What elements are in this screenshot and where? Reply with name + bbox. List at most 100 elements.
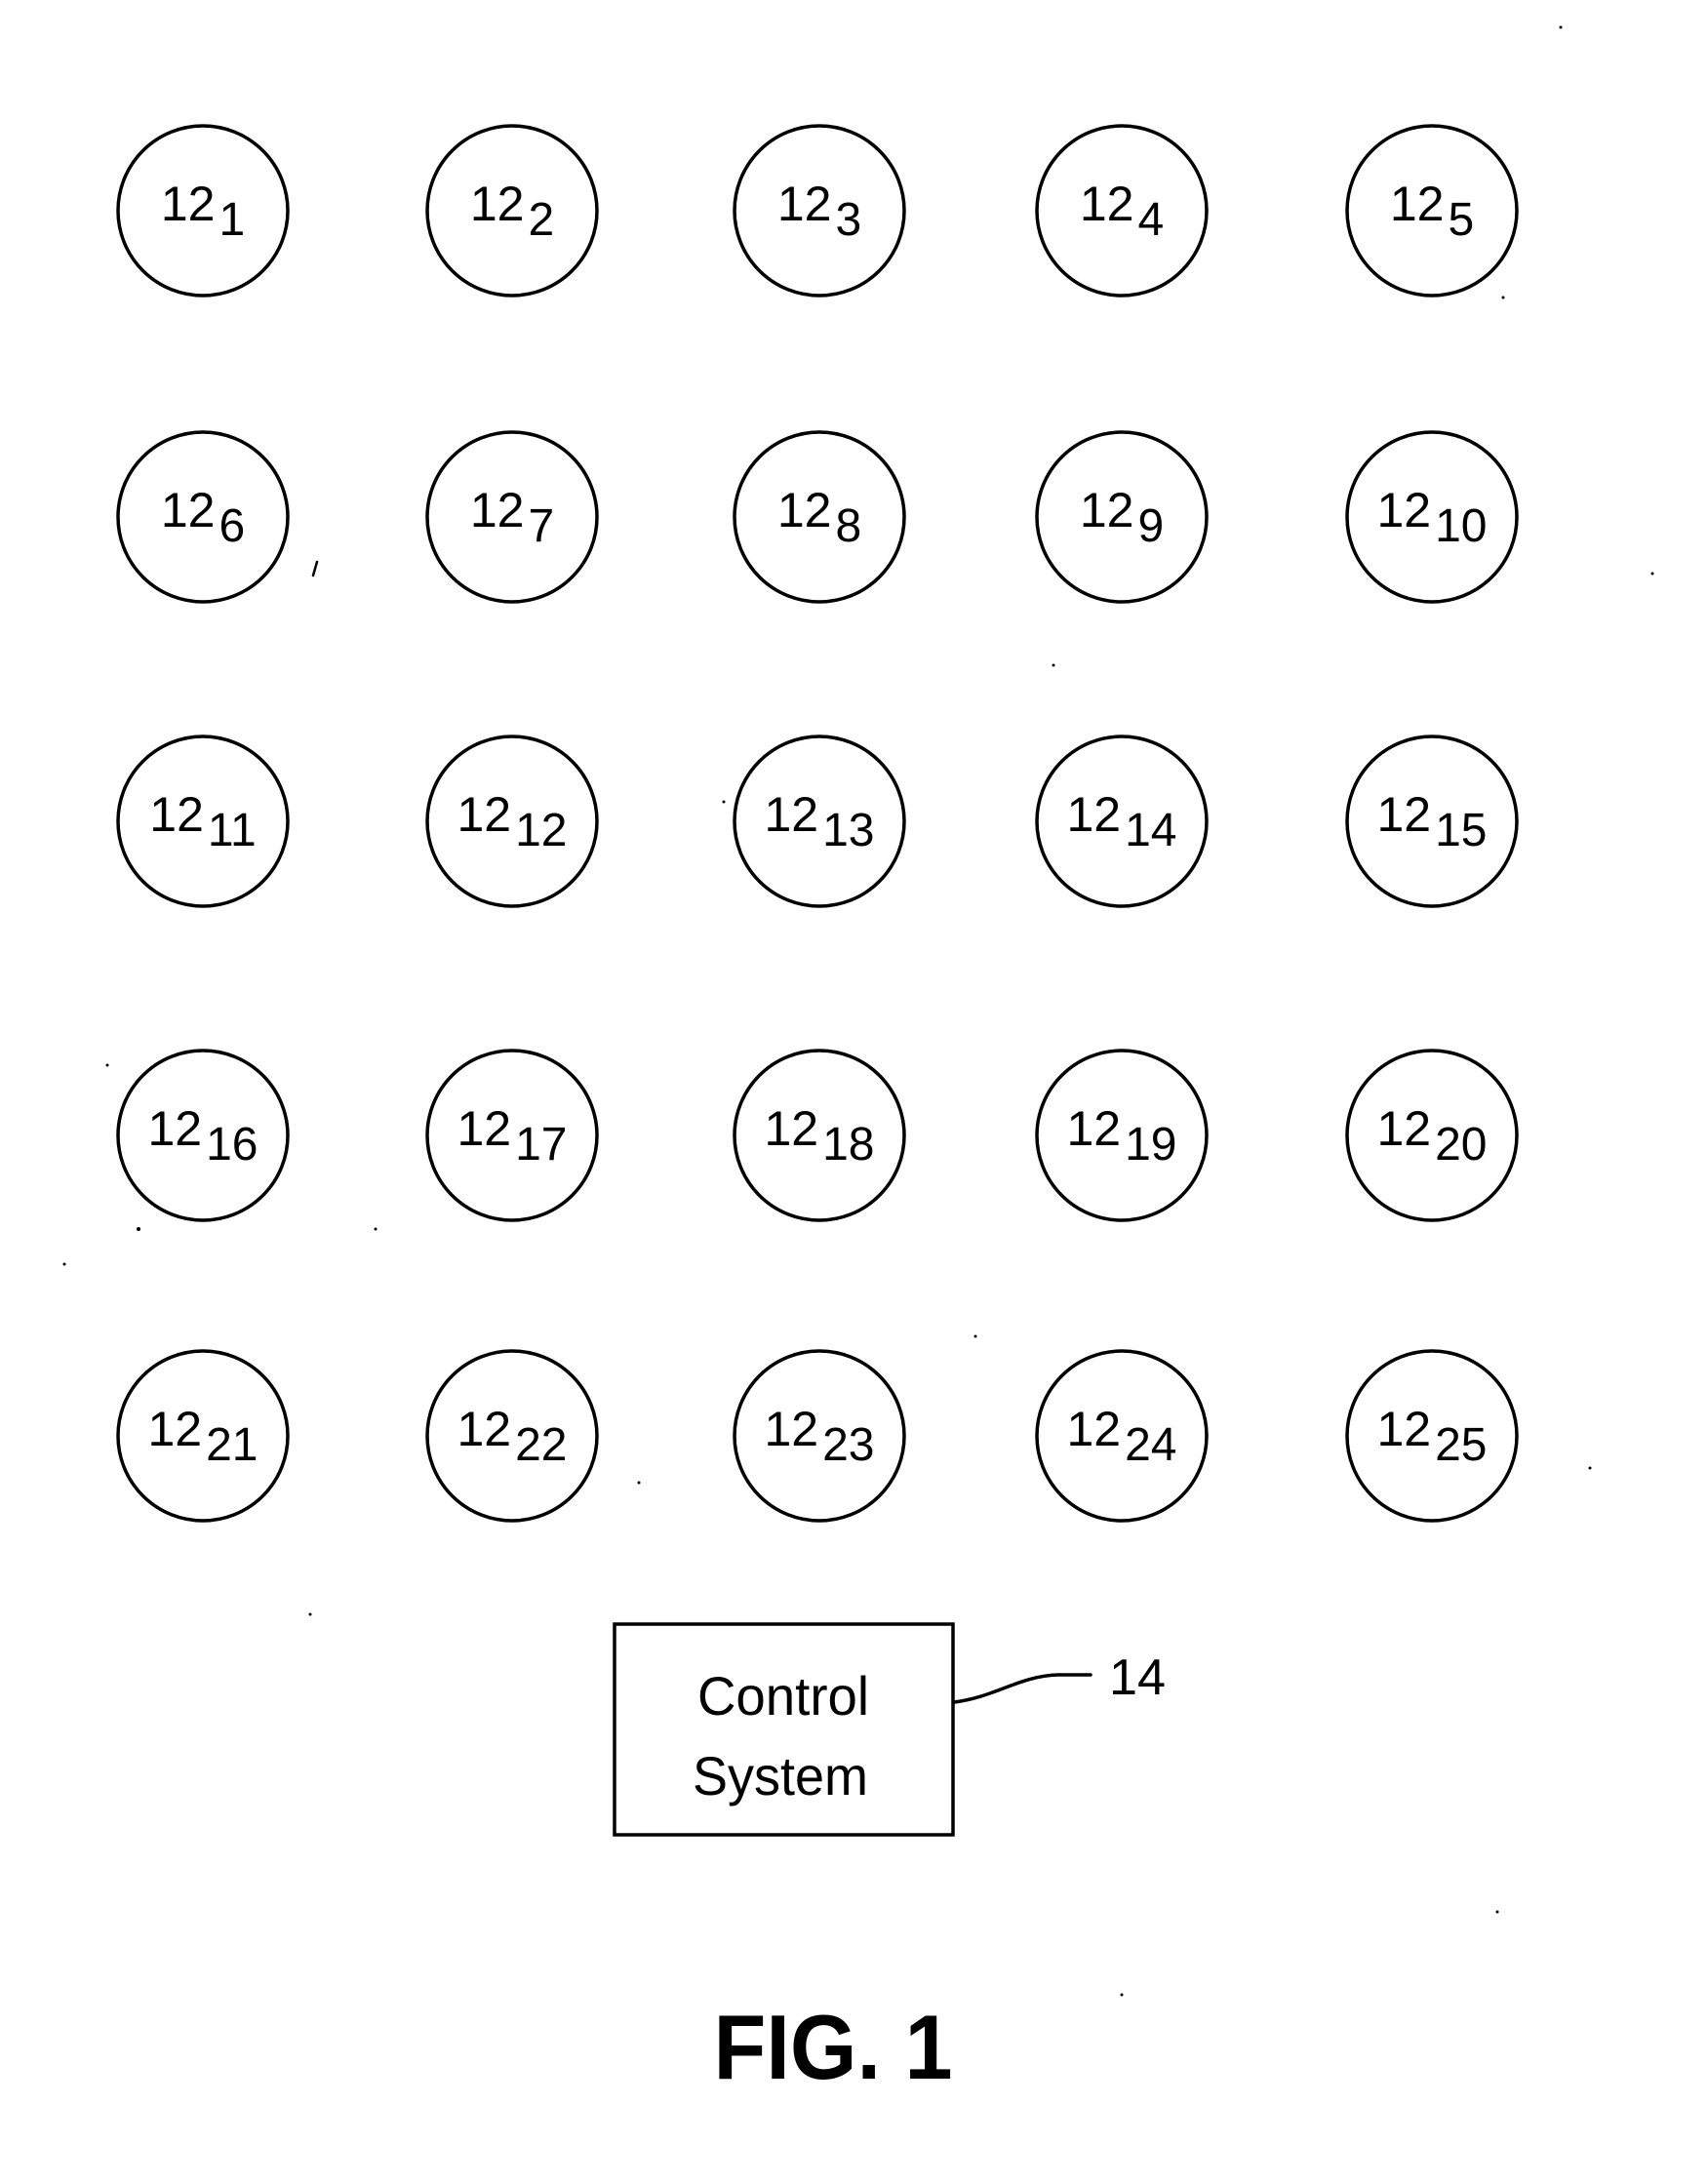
- node-label-subscript: 3: [835, 194, 861, 246]
- speck: [637, 1481, 641, 1485]
- node-12-5: 125: [1345, 124, 1519, 298]
- node-12-1: 121: [116, 124, 290, 298]
- node-grid: 121 122 123 124 125126 127 128 129 12101211 1212 1…: [116, 124, 1519, 1523]
- node-circle: [733, 735, 906, 908]
- node-circle: [425, 1349, 599, 1523]
- speck: [1052, 663, 1055, 667]
- node-12-16: 1216: [116, 1049, 290, 1222]
- node-label-base: 12: [1376, 787, 1431, 842]
- node-12-23: 1223: [733, 1349, 906, 1523]
- node-circle: [425, 1049, 599, 1222]
- node-12-24: 1224: [1035, 1349, 1209, 1523]
- node-label-subscript: 1: [218, 194, 245, 246]
- node-label-base: 12: [147, 1101, 202, 1156]
- node-label-subscript: 24: [1125, 1419, 1176, 1471]
- node-label-subscript: 20: [1435, 1119, 1487, 1171]
- node-label: 1223: [764, 1402, 874, 1471]
- node-label-base: 12: [149, 787, 204, 842]
- node-12-12: 1212: [425, 735, 599, 908]
- node-12-17: 1217: [425, 1049, 599, 1222]
- node-12-11: 1211: [116, 735, 290, 908]
- node-label: 1222: [457, 1402, 567, 1471]
- node-label: 122: [470, 177, 554, 246]
- node-label-subscript: 10: [1435, 500, 1487, 552]
- node-label-base: 12: [1080, 483, 1134, 537]
- node-12-14: 1214: [1035, 735, 1209, 908]
- node-label: 124: [1080, 177, 1164, 246]
- node-12-22: 1222: [425, 1349, 599, 1523]
- node-label: 121: [161, 177, 245, 246]
- node-label: 1219: [1066, 1101, 1176, 1171]
- node-circle: [1035, 1349, 1209, 1523]
- node-label: 127: [470, 483, 554, 552]
- control-system-label-line1: Control: [697, 1665, 869, 1727]
- node-circle: [425, 735, 599, 908]
- node-label-base: 12: [777, 177, 832, 231]
- speck: [1559, 25, 1563, 29]
- node-label-base: 12: [457, 1402, 511, 1456]
- node-label-subscript: 23: [822, 1419, 874, 1471]
- node-label: 1218: [764, 1101, 874, 1171]
- node-label-base: 12: [1066, 787, 1121, 842]
- node-label: 1214: [1066, 787, 1176, 856]
- reference-numeral-14: 14: [1109, 1649, 1166, 1706]
- node-label: 126: [161, 483, 245, 552]
- node-12-4: 124: [1035, 124, 1209, 298]
- node-label: 1211: [149, 787, 256, 856]
- node-label-base: 12: [1376, 483, 1431, 537]
- node-12-6: 126: [116, 430, 290, 604]
- node-label-base: 12: [777, 483, 832, 537]
- speck: [722, 800, 726, 804]
- node-label: 1225: [1376, 1402, 1487, 1471]
- node-label: 125: [1390, 177, 1474, 246]
- node-label: 1212: [457, 787, 567, 856]
- node-circle: [1345, 735, 1519, 908]
- speck: [374, 1227, 377, 1231]
- node-label-subscript: 14: [1125, 805, 1176, 856]
- node-label-subscript: 12: [515, 805, 567, 856]
- node-label-subscript: 7: [528, 500, 554, 552]
- node-label-base: 12: [764, 1101, 818, 1156]
- node-label-subscript: 11: [208, 805, 257, 856]
- node-12-3: 123: [733, 124, 906, 298]
- node-label-subscript: 4: [1137, 194, 1164, 246]
- node-label-base: 12: [457, 1101, 511, 1156]
- node-12-7: 127: [425, 430, 599, 604]
- control-system-block: Control System 14: [613, 1622, 1166, 1837]
- node-label: 1220: [1376, 1101, 1487, 1171]
- node-label-base: 12: [1066, 1402, 1121, 1456]
- node-label: 123: [777, 177, 861, 246]
- node-label-base: 12: [457, 787, 511, 842]
- speck: [1650, 572, 1654, 576]
- node-12-19: 1219: [1035, 1049, 1209, 1222]
- node-label-subscript: 13: [822, 805, 874, 856]
- node-12-10: 1210: [1345, 430, 1519, 604]
- node-circle: [1035, 1049, 1209, 1222]
- node-label-subscript: 6: [218, 500, 245, 552]
- node-circle: [1345, 430, 1519, 604]
- speck: [105, 1063, 109, 1067]
- node-label-subscript: 15: [1435, 805, 1487, 856]
- node-label-subscript: 19: [1125, 1119, 1176, 1171]
- node-label-base: 12: [1376, 1402, 1431, 1456]
- node-label-base: 12: [147, 1402, 202, 1456]
- node-circle: [733, 1049, 906, 1222]
- node-circle: [1345, 1049, 1519, 1222]
- node-label-subscript: 25: [1435, 1419, 1487, 1471]
- node-circle: [733, 1349, 906, 1523]
- speck: [1501, 296, 1505, 299]
- node-label-subscript: 5: [1448, 194, 1474, 246]
- node-label-subscript: 22: [515, 1419, 567, 1471]
- control-system-label-line2: System: [693, 1745, 868, 1807]
- node-circle: [1345, 1349, 1519, 1523]
- node-label-subscript: 16: [206, 1119, 258, 1171]
- patent-figure: 121 122 123 124 125126 127 128 129 12101211 1212 1…: [62, 25, 1654, 2098]
- node-label-base: 12: [470, 483, 525, 537]
- speck: [311, 560, 319, 577]
- node-label-base: 12: [764, 1402, 818, 1456]
- node-circle: [1035, 735, 1209, 908]
- node-label-base: 12: [161, 483, 216, 537]
- node-label-base: 12: [1066, 1101, 1121, 1156]
- speck: [1120, 1993, 1124, 1997]
- node-label: 1224: [1066, 1402, 1176, 1471]
